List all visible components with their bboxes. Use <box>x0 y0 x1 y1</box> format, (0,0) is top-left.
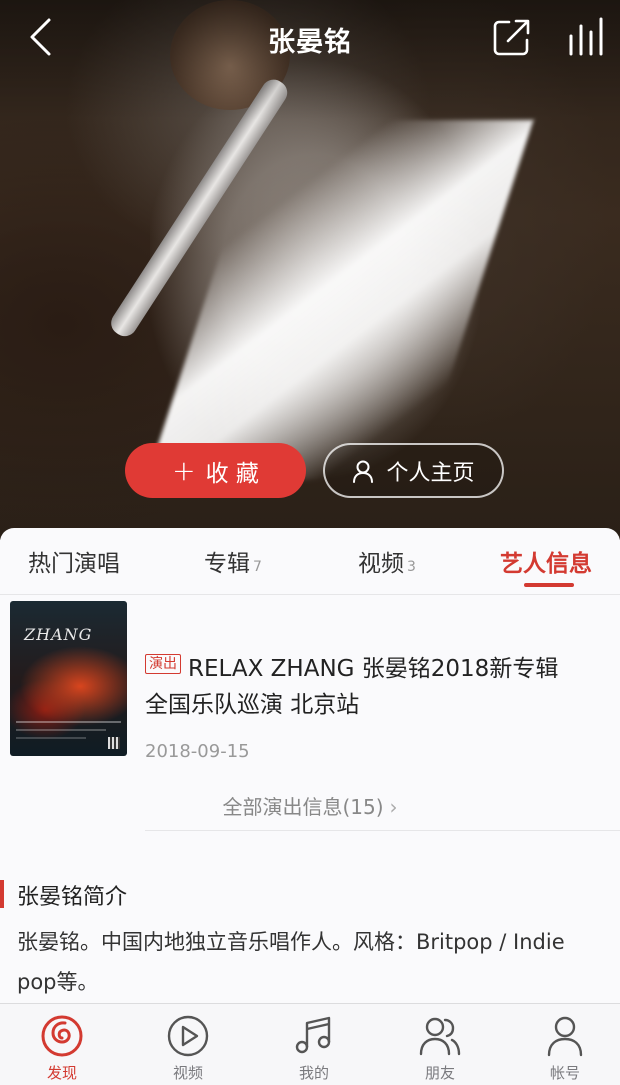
tabbar-label: 朋友 <box>424 1064 455 1082</box>
all-events-link[interactable]: 全部演出信息(15) › <box>0 791 620 820</box>
tab-albums[interactable]: 专辑 7 <box>204 544 262 578</box>
poster-text-line <box>16 737 86 739</box>
concert-event-item[interactable]: ZHANG 演出 RELAX ZHANG 张晏铭2018新专辑 全国乐队巡演 北… <box>0 596 620 831</box>
friends-icon <box>419 1017 461 1056</box>
tab-label: 热门演唱 <box>28 551 120 577</box>
plus-icon: + <box>172 453 196 487</box>
tabbar-mine[interactable]: 我的 <box>269 1014 359 1083</box>
event-title-line1: RELAX ZHANG 张晏铭2018新专辑 <box>188 656 559 682</box>
chevron-right-icon: › <box>389 795 398 819</box>
tab-hot-songs[interactable]: 热门演唱 <box>28 544 120 578</box>
divider <box>145 830 620 831</box>
bottom-tab-bar: 发现 视频 我的 朋友 帐号 <box>0 1003 620 1085</box>
poster-title: ZHANG <box>24 625 93 644</box>
tabbar-friends[interactable]: 朋友 <box>395 1014 485 1083</box>
poster-text-line <box>16 721 121 723</box>
share-button[interactable] <box>491 16 533 58</box>
tab-count: 3 <box>407 559 416 575</box>
concert-poster: ZHANG <box>10 601 127 756</box>
tabbar-video[interactable]: 视频 <box>143 1014 233 1083</box>
share-icon <box>493 19 530 56</box>
tab-label: 专辑 <box>204 551 250 577</box>
collect-label: 收 藏 <box>205 460 259 487</box>
event-title-line2: 全国乐队巡演 北京站 <box>145 692 360 718</box>
artist-hero-image <box>0 0 620 540</box>
tab-label: 艺人信息 <box>500 551 592 577</box>
intro-title: 张晏铭简介 <box>17 885 128 910</box>
tabbar-discover[interactable]: 发现 <box>17 1014 107 1083</box>
tab-artist-info[interactable]: 艺人信息 <box>500 544 592 578</box>
tab-count: 7 <box>253 559 262 575</box>
artist-content-panel: 热门演唱 专辑 7 视频 3 艺人信息 ZHANG 演出 RELAX ZHANG 张… <box>0 528 620 1003</box>
event-type-badge: 演出 <box>145 654 181 674</box>
event-date: 2018-09-15 <box>145 741 250 762</box>
poster-qr-code <box>108 737 120 749</box>
netease-logo-icon <box>41 1015 83 1057</box>
active-tab-indicator <box>524 583 574 587</box>
artist-tabs: 热门演唱 专辑 7 视频 3 艺人信息 <box>0 528 620 595</box>
tab-videos[interactable]: 视频 3 <box>358 544 416 578</box>
poster-text-line <box>16 729 106 731</box>
intro-body: 张晏铭。中国内地独立音乐唱作人。风格：Britpop / Indie pop等。 <box>17 930 565 994</box>
account-icon <box>547 1016 583 1057</box>
section-marker <box>0 880 4 908</box>
equalizer-icon <box>569 17 603 56</box>
homepage-label: 个人主页 <box>386 460 475 486</box>
video-play-icon <box>167 1015 209 1057</box>
tabbar-account[interactable]: 帐号 <box>520 1014 610 1083</box>
tabbar-label: 发现 <box>46 1064 77 1082</box>
homepage-button[interactable]: 个人主页 <box>323 443 504 498</box>
tabbar-label: 我的 <box>298 1064 329 1082</box>
person-icon <box>353 460 374 483</box>
all-events-label: 全部演出信息(15) <box>222 795 384 819</box>
now-playing-button[interactable] <box>566 16 610 58</box>
music-note-icon <box>295 1016 331 1054</box>
tab-label: 视频 <box>358 551 404 577</box>
tabbar-label: 帐号 <box>549 1064 580 1082</box>
collect-button[interactable]: + 收 藏 <box>125 443 306 498</box>
tabbar-label: 视频 <box>172 1064 203 1082</box>
